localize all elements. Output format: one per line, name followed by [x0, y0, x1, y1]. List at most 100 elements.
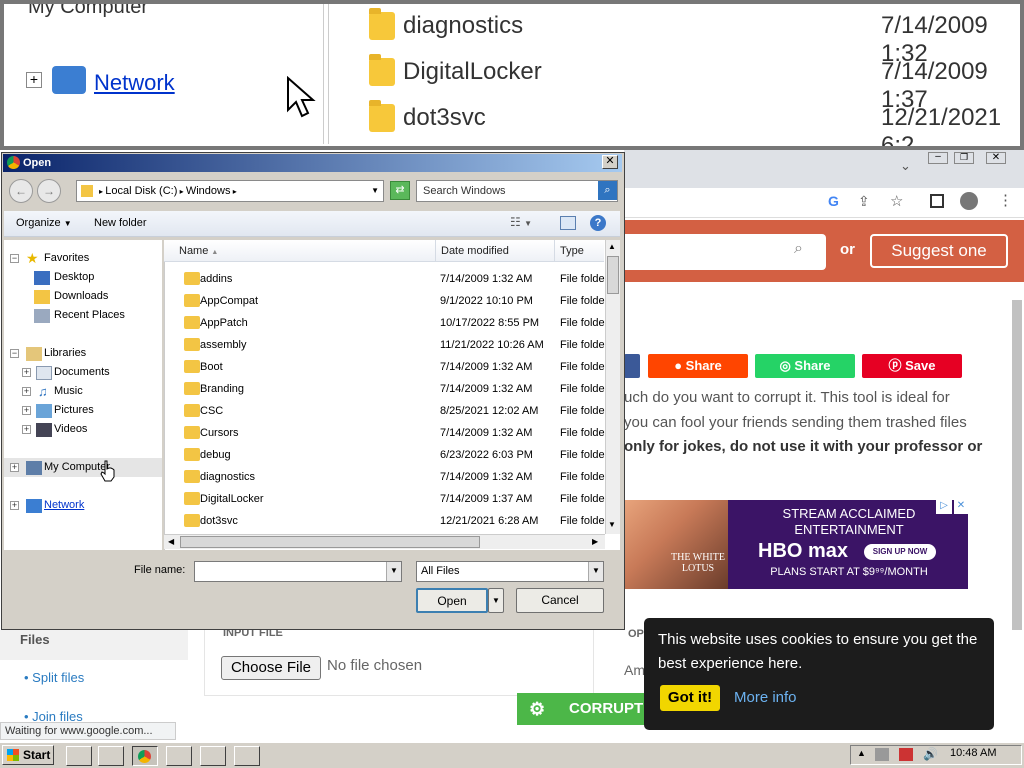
file-row[interactable]: diagnostics 7/14/2009 1:32 AM File folder: [176, 466, 606, 488]
adchoices-icon[interactable]: ▷: [936, 500, 952, 514]
google-icon[interactable]: G: [828, 193, 839, 209]
chevron-right-icon: ▸: [177, 187, 186, 196]
action-center-icon[interactable]: [899, 748, 913, 761]
organize-button[interactable]: Organize ▼: [16, 217, 72, 229]
maximize-button[interactable]: ❐: [954, 152, 974, 164]
site-search-input[interactable]: ⌕: [624, 234, 826, 270]
profile-avatar-icon[interactable]: [960, 192, 978, 210]
forward-button[interactable]: →: [37, 179, 61, 203]
file-name: Cursors: [200, 427, 239, 439]
sidepanel-icon[interactable]: [930, 194, 944, 208]
minimize-button[interactable]: –: [928, 152, 948, 164]
file-row[interactable]: Branding 7/14/2009 1:32 AM File folder: [176, 378, 606, 400]
breadcrumb-local-disk[interactable]: Local Disk (C:): [105, 185, 177, 197]
gear-icon: ⚙: [529, 699, 546, 719]
expand-icon[interactable]: +: [22, 425, 31, 434]
file-name-input[interactable]: ▼: [194, 561, 402, 582]
file-row[interactable]: Cursors 7/14/2009 1:32 AM File folder: [176, 422, 606, 444]
file-row[interactable]: AppCompat 9/1/2022 10:10 PM File folder: [176, 290, 606, 312]
column-date-modified[interactable]: Date modified: [435, 240, 555, 262]
file-row[interactable]: assembly 11/21/2022 10:26 AM File folder: [176, 334, 606, 356]
search-icon[interactable]: ⌕: [598, 181, 617, 200]
tab-dropdown-icon[interactable]: ⌄: [900, 158, 911, 174]
chrome-taskbar-icon[interactable]: [132, 746, 158, 766]
collapse-icon[interactable]: −: [10, 349, 19, 358]
app-taskbar-icon[interactable]: [234, 746, 260, 766]
help-icon[interactable]: ?: [590, 215, 606, 231]
close-window-button[interactable]: ✕: [986, 152, 1006, 164]
whatsapp-share-button[interactable]: ◎ Share: [755, 354, 855, 378]
share-icon[interactable]: ⇪: [858, 193, 870, 210]
network-tray-icon[interactable]: [875, 748, 889, 761]
file-name: assembly: [200, 339, 247, 351]
chevron-down-icon[interactable]: ▼: [386, 562, 401, 581]
column-type[interactable]: Type: [554, 240, 606, 262]
file-type-select[interactable]: All Files ▼: [416, 561, 604, 582]
reddit-share-button[interactable]: ● Share: [648, 354, 748, 378]
scroll-right-icon[interactable]: ▶: [592, 537, 598, 546]
vertical-scrollbar[interactable]: ▲ ▼: [605, 240, 620, 534]
horizontal-scrollbar[interactable]: ◀ ▶: [164, 534, 605, 549]
tree-my-computer[interactable]: + My Computer: [4, 458, 162, 477]
file-row[interactable]: CSC 8/25/2021 12:02 AM File folder: [176, 400, 606, 422]
file-row[interactable]: dot3svc 12/21/2021 6:28 AM File folder: [176, 510, 606, 532]
refresh-button[interactable]: ⇄: [390, 181, 410, 200]
advertisement-banner[interactable]: THE WHITE LOTUS STREAM ACCLAIMED ENTERTA…: [624, 500, 968, 589]
scroll-up-icon[interactable]: ▲: [608, 242, 616, 251]
chevron-down-icon[interactable]: ▼: [371, 181, 379, 201]
scroll-down-icon[interactable]: ▼: [608, 520, 616, 529]
preview-pane-icon[interactable]: [560, 216, 576, 230]
new-folder-button[interactable]: New folder: [94, 217, 147, 229]
open-button[interactable]: Open: [416, 588, 488, 613]
file-row[interactable]: Boot 7/14/2009 1:32 AM File folder: [176, 356, 606, 378]
dialog-titlebar[interactable]: Open: [3, 154, 622, 172]
got-it-button[interactable]: Got it!: [660, 685, 720, 711]
suggest-one-button[interactable]: Suggest one: [870, 234, 1008, 268]
address-bar[interactable]: ▸ Local Disk (C:) ▸ Windows ▸ ▼: [76, 180, 384, 202]
expand-icon[interactable]: +: [10, 463, 19, 472]
firefox-taskbar-icon[interactable]: [166, 746, 192, 766]
scroll-left-icon[interactable]: ◀: [168, 537, 174, 546]
split-files-link[interactable]: • Split files: [24, 670, 84, 685]
view-options-icon[interactable]: ☷ ▼: [510, 215, 532, 229]
expand-icon[interactable]: +: [22, 368, 31, 377]
file-row[interactable]: AppPatch 10/17/2022 8:55 PM File folder: [176, 312, 606, 334]
scroll-thumb[interactable]: [607, 256, 619, 294]
choose-file-button[interactable]: Choose File: [221, 656, 321, 680]
app-taskbar-icon[interactable]: [200, 746, 226, 766]
expand-icon[interactable]: +: [10, 501, 19, 510]
collapse-icon[interactable]: −: [10, 254, 19, 263]
search-icon[interactable]: ⌕: [794, 240, 803, 258]
breadcrumb-windows[interactable]: Windows: [186, 185, 231, 197]
pinterest-save-button[interactable]: ⓟ Save: [862, 354, 962, 378]
file-row[interactable]: DigitalLocker 7/14/2009 1:37 AM File folde…: [176, 488, 606, 510]
page-scrollbar[interactable]: [1012, 300, 1022, 630]
menu-kebab-icon[interactable]: ⋮: [998, 191, 1013, 209]
expand-icon[interactable]: +: [22, 387, 31, 396]
facebook-share-button[interactable]: [624, 354, 640, 378]
chevron-down-icon[interactable]: ▼: [588, 562, 603, 581]
expand-icon[interactable]: +: [22, 406, 31, 415]
file-row[interactable]: addins 7/14/2009 1:32 AM File folder: [176, 268, 606, 290]
media-player-taskbar-icon[interactable]: [98, 746, 124, 766]
column-name[interactable]: Name ▲: [173, 240, 436, 262]
back-button[interactable]: ←: [9, 179, 33, 203]
tray-expand-icon[interactable]: ▲: [857, 748, 866, 758]
open-dropdown-button[interactable]: ▼: [488, 588, 504, 613]
file-date: 7/14/2009 1:32 AM: [440, 471, 533, 483]
ad-cta-button[interactable]: SIGN UP NOW: [864, 544, 936, 560]
whatsapp-share-label: Share: [794, 358, 831, 373]
dialog-close-button[interactable]: ✕: [602, 155, 618, 169]
ad-close-icon[interactable]: ✕: [954, 500, 968, 514]
search-windows-input[interactable]: Search Windows: [416, 180, 618, 202]
bookmark-star-icon[interactable]: ☆: [890, 192, 903, 210]
start-button[interactable]: Start: [2, 745, 54, 765]
corrupt-button[interactable]: ⚙ CORRUPT: [517, 693, 647, 725]
volume-icon[interactable]: 🔊: [923, 747, 938, 761]
explorer-taskbar-icon[interactable]: [66, 746, 92, 766]
clock[interactable]: 10:48 AM: [950, 747, 996, 759]
more-info-link[interactable]: More info: [734, 685, 797, 711]
cancel-button[interactable]: Cancel: [516, 588, 604, 613]
file-row[interactable]: debug 6/23/2022 6:03 PM File folder: [176, 444, 606, 466]
scroll-thumb[interactable]: [180, 536, 480, 548]
